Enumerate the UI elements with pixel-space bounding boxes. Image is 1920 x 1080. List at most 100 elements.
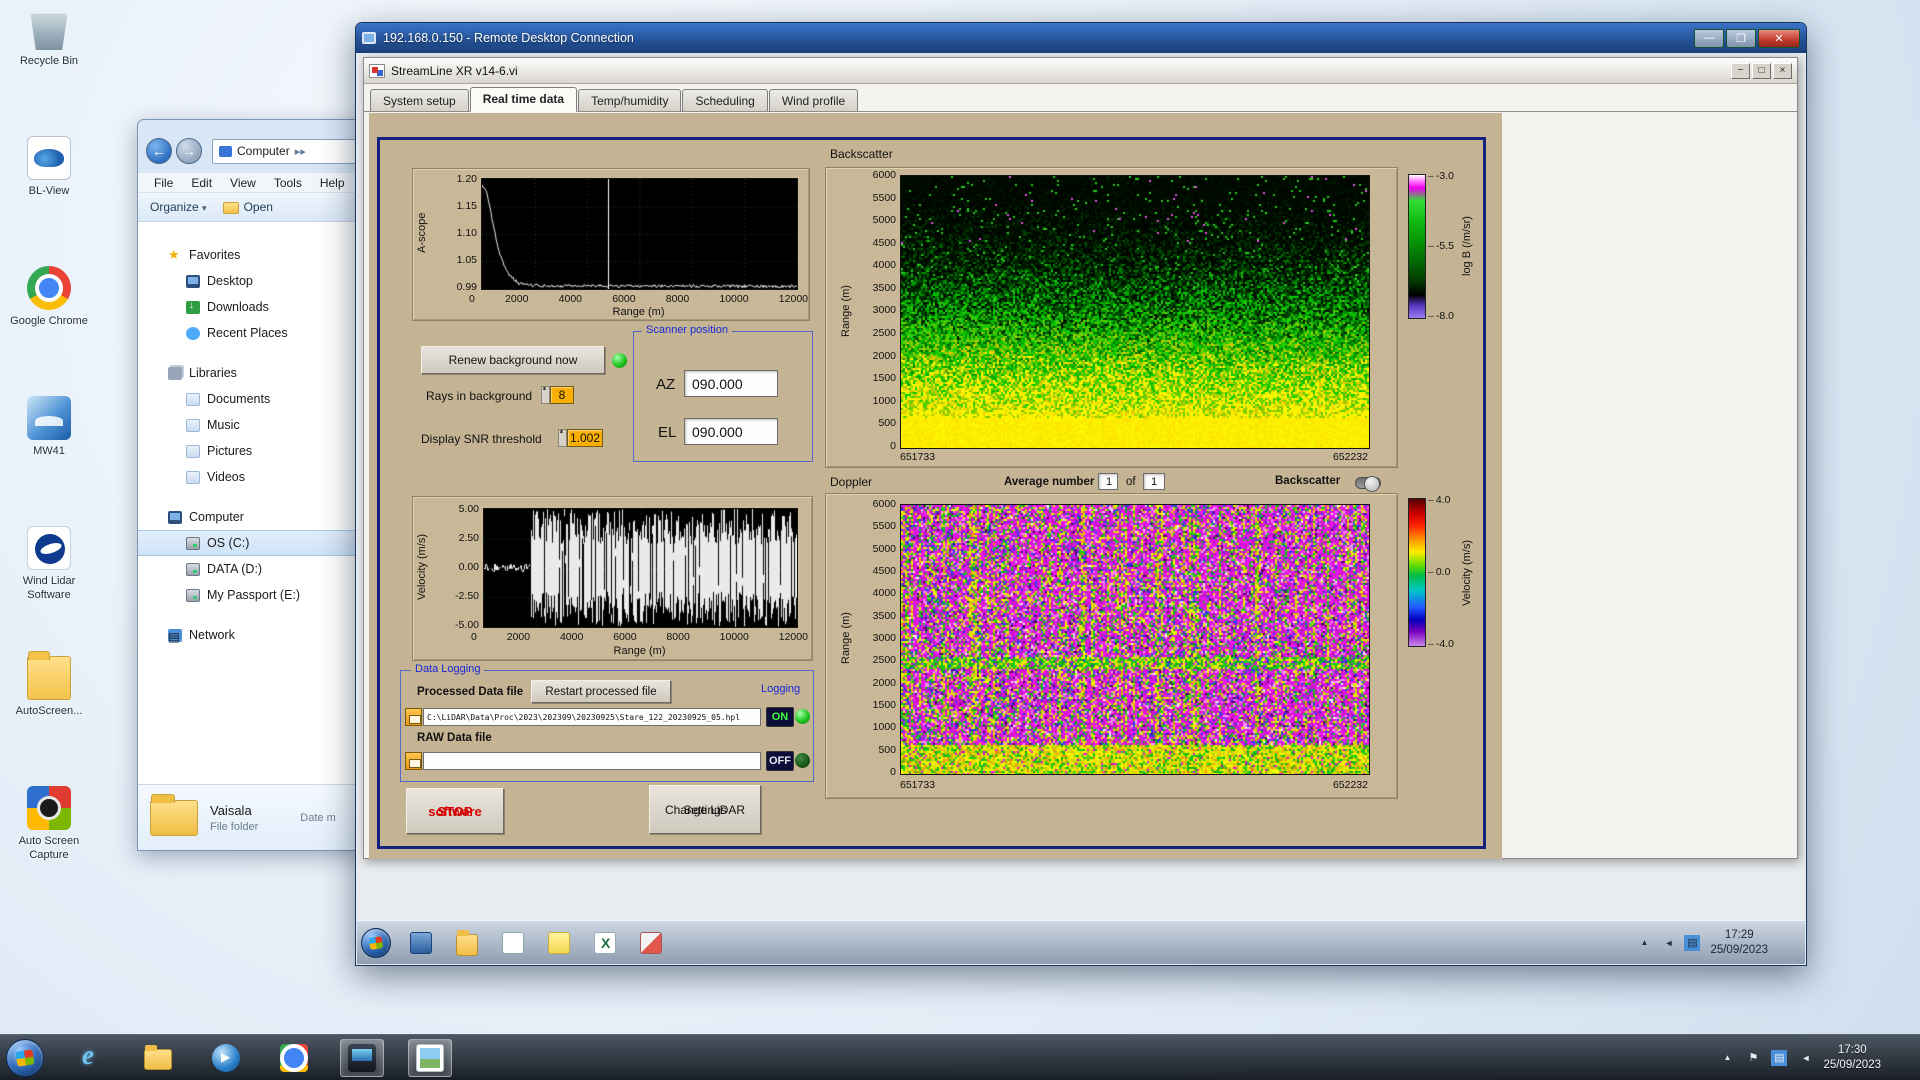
menu-item[interactable]: Edit xyxy=(191,176,212,190)
x-tick-label: 10000 xyxy=(719,293,748,305)
desktop-icon[interactable]: AutoScreen... xyxy=(2,656,96,774)
taskbar-button[interactable] xyxy=(272,1039,316,1077)
remote-taskbar-button[interactable] xyxy=(405,928,437,958)
background-led xyxy=(612,353,627,368)
logging-label: Logging xyxy=(757,683,804,695)
change-lidar-settings-button[interactable]: Change LiDAR Settings xyxy=(649,785,761,834)
desktop-icon[interactable]: BL-View xyxy=(2,136,96,254)
desktop-icon[interactable]: MW41 xyxy=(2,396,96,514)
taskbar-button[interactable] xyxy=(204,1039,248,1077)
rdp-close-button[interactable]: ✕ xyxy=(1758,29,1800,48)
taskbar-button[interactable] xyxy=(68,1039,112,1077)
y-tick-label: 1.15 xyxy=(457,200,477,212)
doppler-colorbar-ticks: 4.00.0-4.0 xyxy=(1428,494,1454,650)
hidden-icons-icon[interactable] xyxy=(1636,935,1652,951)
rdp-title-bar[interactable]: 192.168.0.150 - Remote Desktop Connectio… xyxy=(356,23,1806,53)
tab[interactable]: Wind profile xyxy=(769,89,858,111)
rays-spinner[interactable]: ▲▼ xyxy=(541,386,550,404)
backscatter-x-ticks: 651733652232 xyxy=(900,451,1368,463)
tab[interactable]: Scheduling xyxy=(682,89,767,111)
folder-icon xyxy=(223,202,239,214)
remote-start-button[interactable] xyxy=(361,928,391,958)
rdp-minimize-button[interactable]: — xyxy=(1694,29,1724,48)
breadcrumb[interactable]: Computer xyxy=(237,144,290,158)
menu-item[interactable]: Help xyxy=(320,176,345,190)
desktop-icon[interactable]: Wind Lidar Software xyxy=(2,526,96,644)
remote-taskbar-button[interactable] xyxy=(635,928,667,958)
y-tick-label: 3000 xyxy=(873,632,896,644)
streamline-title-bar[interactable]: StreamLine XR v14-6.vi − □ × xyxy=(364,58,1797,84)
restart-processed-file-button[interactable]: Restart processed file xyxy=(531,680,671,703)
start-button[interactable] xyxy=(6,1039,44,1077)
tab[interactable]: Temp/humidity xyxy=(578,89,681,111)
remote-taskbar-button[interactable] xyxy=(451,928,483,958)
y-tick-label: 6000 xyxy=(873,169,896,181)
photo-viewer-icon xyxy=(416,1044,444,1072)
processed-logging-led xyxy=(795,709,810,724)
processed-path-browse-icon[interactable] xyxy=(405,708,422,726)
remote-taskbar-button[interactable] xyxy=(497,928,529,958)
average-number-value[interactable]: 1 xyxy=(1098,473,1118,490)
folder-icon xyxy=(150,800,198,836)
vi-close-button[interactable]: × xyxy=(1773,63,1792,79)
volume-icon[interactable] xyxy=(1797,1050,1813,1066)
ascope-x-ticks: 020004000600080001000012000 xyxy=(469,293,808,305)
data-logging-title: Data Logging xyxy=(411,663,484,675)
chevron-right-icon: ▸ xyxy=(295,145,306,158)
az-value[interactable]: 090.000 xyxy=(684,370,778,397)
tab[interactable]: Real time data xyxy=(470,87,577,112)
average-number-label: Average number xyxy=(1004,476,1094,488)
media-player-icon xyxy=(212,1044,240,1072)
backscatter-plot xyxy=(900,175,1370,449)
network-icon[interactable] xyxy=(1684,935,1700,951)
computer-icon xyxy=(168,511,182,524)
chrome-icon xyxy=(27,266,71,310)
remote-system-tray: 17:29 25/09/2023 xyxy=(1636,928,1801,958)
el-value[interactable]: 090.000 xyxy=(684,418,778,445)
taskbar-button[interactable] xyxy=(136,1039,180,1077)
volume-icon[interactable] xyxy=(1660,935,1676,951)
desktop-icon[interactable]: Auto Screen Capture xyxy=(2,786,96,904)
snr-spinner[interactable]: ▲▼ xyxy=(558,429,567,447)
desktop-icon-list: Recycle Bin BL-View Google Chrome MW41 W… xyxy=(2,6,96,916)
taskbar-button[interactable] xyxy=(340,1039,384,1077)
network-icon[interactable] xyxy=(1771,1050,1787,1066)
raw-path-field[interactable] xyxy=(423,752,761,770)
processed-path-field[interactable]: C:\LiDAR\Data\Proc\2023\202309\20230925\… xyxy=(423,708,761,726)
stop-software-button[interactable]: STOP software xyxy=(406,788,504,834)
backscatter-toggle[interactable] xyxy=(1355,477,1381,489)
x-tick-label: 0 xyxy=(471,631,477,643)
flag-icon[interactable] xyxy=(1745,1050,1761,1066)
backscatter-y-axis-title: Range (m) xyxy=(840,175,852,447)
back-button[interactable]: ← xyxy=(146,138,172,164)
rdp-restore-button[interactable]: ❐ xyxy=(1726,29,1756,48)
x-tick-label: 8000 xyxy=(666,293,689,305)
desktop-icon-label: Google Chrome xyxy=(10,315,88,329)
desktop-icon[interactable]: Google Chrome xyxy=(2,266,96,384)
vi-minimize-button[interactable]: − xyxy=(1731,63,1750,79)
remote-taskbar-button[interactable] xyxy=(589,928,621,958)
organize-button[interactable]: Organize ▾ xyxy=(150,200,207,214)
videos-icon xyxy=(186,471,200,484)
open-button[interactable]: Open xyxy=(223,200,273,214)
renew-background-button[interactable]: Renew background now xyxy=(421,346,605,374)
x-tick-label: 652232 xyxy=(1333,451,1368,463)
colorbar-tick-label: -3.0 xyxy=(1428,170,1454,182)
taskbar-button[interactable] xyxy=(408,1039,452,1077)
rays-value[interactable]: 8 xyxy=(550,386,574,404)
forward-button[interactable]: → xyxy=(176,138,202,164)
snr-threshold-value[interactable]: 1.002 xyxy=(567,429,603,447)
tab[interactable]: System setup xyxy=(370,89,469,111)
remote-taskbar-button[interactable] xyxy=(543,928,575,958)
menu-item[interactable]: Tools xyxy=(274,176,302,190)
velocity-x-axis-title: Range (m) xyxy=(483,645,796,657)
system-tray: 17:30 25/09/2023 xyxy=(1719,1043,1914,1073)
average-total-value[interactable]: 1 xyxy=(1143,473,1165,490)
doppler-title: Doppler xyxy=(830,475,872,489)
desktop-icon[interactable]: Recycle Bin xyxy=(2,6,96,124)
vi-restore-button[interactable]: □ xyxy=(1752,63,1771,79)
menu-item[interactable]: View xyxy=(230,176,256,190)
raw-path-browse-icon[interactable] xyxy=(405,752,422,770)
hidden-icons-icon[interactable] xyxy=(1719,1050,1735,1066)
menu-item[interactable]: File xyxy=(154,176,173,190)
